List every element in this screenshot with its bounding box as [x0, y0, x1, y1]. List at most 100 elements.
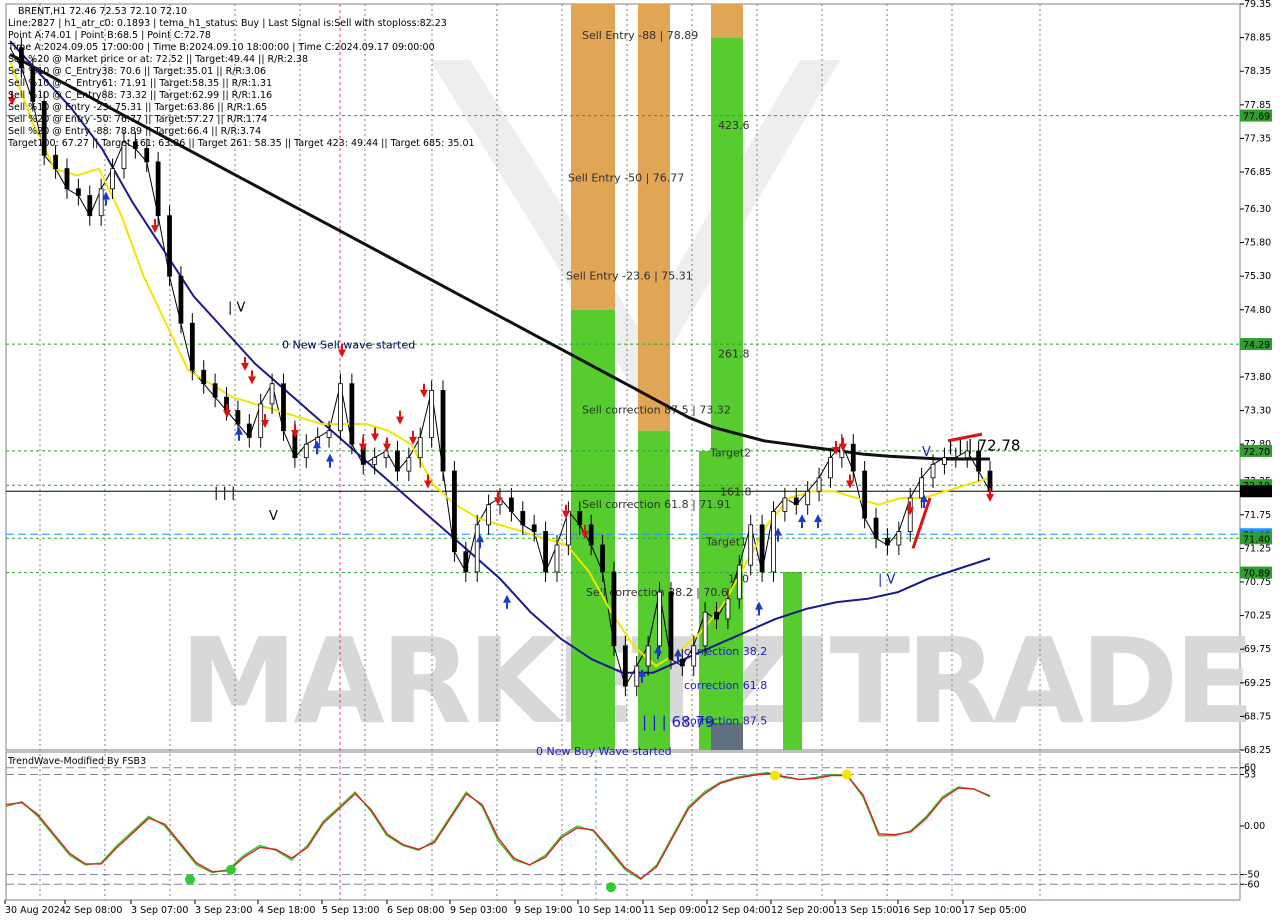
time-axis-label: 9 Sep 03:00: [450, 905, 507, 916]
oscillator-signal-dot: [770, 770, 780, 781]
price-tag-label: 71.40: [1243, 534, 1270, 545]
oscillator-axis-label: 0.00: [1244, 821, 1265, 832]
price-candle-body: [588, 524, 594, 546]
price-candle-body: [303, 443, 309, 459]
price-axis-label: 68.25: [1244, 745, 1271, 756]
price-candle-body: [930, 463, 936, 479]
time-axis-label: 11 Sep 09:00: [643, 905, 706, 916]
wave-label: | | | 68.79: [642, 713, 714, 731]
price-candle-body: [976, 450, 982, 472]
price-candle-body: [201, 369, 207, 385]
price-candle-body: [782, 497, 788, 512]
price-candle-body: [417, 437, 423, 459]
price-candle-body: [349, 383, 355, 445]
zone-label: 161.8: [720, 485, 752, 498]
price-candle-body: [634, 665, 640, 687]
price-candle-body: [508, 497, 514, 512]
zone-label: correction 38.2: [684, 645, 767, 658]
price-candle-body: [805, 490, 811, 506]
time-axis-label: 4 Sep 18:00: [258, 905, 315, 916]
price-tag-label: 74.29: [1243, 340, 1270, 351]
time-axis-label: 30 Aug 2024: [5, 905, 66, 916]
zone-label: 423.6: [718, 119, 750, 132]
price-candle-body: [736, 564, 742, 600]
price-axis-label: 69.75: [1244, 644, 1271, 655]
price-candle-body: [862, 470, 868, 519]
price-candle-body: [622, 645, 628, 687]
zone-label: Sell correction 38.2 | 70.6: [586, 586, 728, 599]
info-line: Sell %20 @ Entry -88: 78.89 || Target:66…: [8, 126, 261, 137]
price-candle-body: [452, 470, 457, 553]
price-tag-label: 72.70: [1243, 447, 1270, 458]
price-candle-body: [816, 477, 822, 492]
price-axis-label: 75.80: [1244, 238, 1271, 249]
price-candle-body: [953, 457, 959, 460]
price-candle-body: [759, 524, 765, 573]
price-axis-label: 77.85: [1244, 100, 1271, 111]
price-candle-body: [748, 524, 754, 566]
price-candle-body: [850, 443, 856, 472]
price-axis-label: 76.30: [1244, 204, 1271, 215]
price-axis-label: 76.85: [1244, 167, 1271, 178]
zone-label: Target1: [705, 536, 747, 549]
sell-correction-zone-orange: [638, 4, 670, 431]
oscillator-signal-dot: [185, 874, 195, 885]
target-zone-green-2: [699, 450, 711, 750]
oscillator-axis-label: 53: [1244, 770, 1256, 781]
price-candle-body: [440, 390, 446, 472]
price-axis-label: 71.75: [1244, 510, 1271, 521]
price-axis-label: 68.75: [1244, 711, 1271, 722]
info-line: Point A:74.01 | Point B:68.5 | Point C:7…: [8, 30, 211, 41]
price-candle-body: [235, 410, 241, 425]
price-axis-label: 73.80: [1244, 372, 1271, 383]
price-axis-label: 78.35: [1244, 66, 1271, 77]
info-line: Sell %20 @ Market price or at: 72.52 || …: [8, 54, 308, 65]
info-line: Sell %10 @ C_Entry61: 71.91 || Target:58…: [8, 78, 272, 89]
price-candle-body: [554, 544, 560, 573]
price-candle-body: [326, 430, 332, 438]
time-axis-label: 12 Sep 20:00: [771, 905, 834, 916]
info-line: Time A:2024.09.05 17:00:00 | Time B:2024…: [7, 42, 435, 53]
price-candle-body: [611, 571, 617, 647]
oscillator-signal-dot: [606, 882, 616, 893]
price-candle-body: [885, 537, 890, 546]
time-axis-label: 5 Sep 13:00: [322, 905, 379, 916]
symbol-line: BRENT,H1 72.46 72.53 72.10 72.10: [18, 6, 187, 17]
zone-label: Sell correction 61.8 | 71.91: [582, 498, 731, 511]
wave-label: | | |: [214, 485, 235, 500]
price-candle-body: [75, 188, 81, 196]
price-candle-body: [577, 511, 583, 526]
price-candle-body: [212, 383, 218, 398]
price-candle-body: [543, 531, 548, 573]
price-candle-body: [87, 195, 93, 217]
price-candle-body: [178, 275, 184, 324]
price-candle-body: [896, 531, 902, 546]
price-axis-label: 77.35: [1244, 133, 1271, 144]
price-candle-body: [463, 551, 469, 573]
price-candle-body: [657, 591, 662, 647]
price-candle-body: [53, 154, 58, 170]
zone-label: 261.8: [718, 347, 750, 360]
price-candle-body: [702, 611, 708, 647]
price-candle-body: [167, 215, 172, 277]
time-axis-label: 3 Sep 07:00: [131, 905, 188, 916]
price-candle-body: [429, 390, 435, 438]
info-line: Sell %10 @ Entry -23: 75.31 || Target:63…: [8, 102, 267, 113]
price-candle-body: [942, 457, 947, 465]
time-axis-label: 17 Sep 05:00: [963, 905, 1026, 916]
time-axis-label: 9 Sep 19:00: [515, 905, 572, 916]
price-candle-body: [691, 645, 697, 667]
price-axis-label: 78.85: [1244, 33, 1271, 44]
price-candle-body: [531, 524, 537, 532]
price-candle-body: [395, 450, 400, 472]
target-zone-orange: [711, 4, 743, 38]
time-axis-label: 6 Sep 08:00: [387, 905, 444, 916]
info-line: Line:2827 | h1_atr_c0: 0.1893 | tema_h1_…: [8, 18, 447, 29]
price-axis-label: 70.25: [1244, 611, 1271, 622]
price-candle-body: [474, 524, 480, 573]
wave-label: 0 New Sell wave started: [282, 338, 415, 351]
target-zone-green-3: [783, 571, 802, 750]
price-candle-body: [679, 658, 685, 667]
price-candle-body: [828, 457, 833, 479]
price-axis-label: 69.25: [1244, 678, 1271, 689]
